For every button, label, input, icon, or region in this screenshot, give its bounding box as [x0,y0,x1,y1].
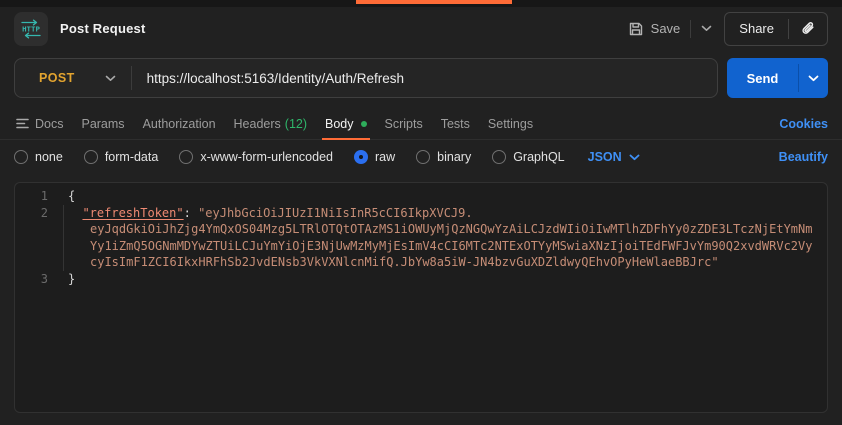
url-container: POST https://localhost:5163/Identity/Aut… [14,58,718,98]
share-button[interactable]: Share [725,21,788,36]
radio-icon [83,150,98,164]
http-request-icon: HTTP [14,11,48,46]
body-mode-row: none form-data x-www-form-urlencoded raw… [0,140,842,174]
save-options-button[interactable] [701,25,712,32]
tab-label: Scripts [384,116,423,131]
radio-icon [179,150,194,164]
chevron-down-icon [629,154,640,160]
tab-label: Headers [233,116,281,131]
save-button-label: Save [650,21,681,36]
colon: : [183,205,199,220]
line-number: 1 [40,189,48,203]
tab-scripts[interactable]: Scripts [376,108,432,139]
line-number: 3 [40,271,48,286]
jwt-token-part-3: Yy1iZmQ5OGNmMDYwZTUiLCJuYmYiOjE3NjUwMzMy… [90,238,813,253]
send-options-button[interactable] [799,58,828,98]
body-mode-binary[interactable]: binary [416,150,471,164]
language-selector[interactable]: JSON [588,150,640,164]
tab-settings[interactable]: Settings [479,108,542,139]
unsaved-changes-dot [360,120,367,127]
paperclip-icon [802,21,814,34]
radio-checked-icon [354,150,368,164]
chevron-down-icon [808,75,819,81]
url-divider [130,66,132,90]
body-mode-form-data[interactable]: form-data [83,150,158,164]
tab-label: Authorization [142,116,216,131]
http-badge-text: HTTP [22,24,40,33]
save-button[interactable]: Save [628,21,681,37]
chevron-down-icon [105,75,115,81]
url-input[interactable]: https://localhost:5163/Identity/Auth/Ref… [147,71,404,86]
tab-headers[interactable]: Headers (12) [225,108,316,139]
jwt-token-part-1: "eyJhbGciOiJIUzI1NiIsInR5cCI6IkpXVCJ9. [198,205,473,220]
tab-docs[interactable]: Docs [14,108,72,139]
tab-authorization[interactable]: Authorization [134,108,225,139]
radio-icon [492,150,507,164]
cookies-link[interactable]: Cookies [779,117,828,131]
tab-label: Params [81,116,125,131]
floppy-disk-icon [629,22,642,35]
beautify-link[interactable]: Beautify [779,150,828,164]
send-button-group: Send [727,58,828,98]
url-row: POST https://localhost:5163/Identity/Aut… [14,58,828,98]
body-mode-urlencoded[interactable]: x-www-form-urlencoded [179,150,333,164]
share-button-group: Share [724,11,828,46]
send-button[interactable]: Send [727,58,798,98]
line-number: 2 [40,205,48,220]
active-tab-indicator [356,0,512,4]
request-tabs: Docs Params Authorization Headers (12) B… [0,108,842,140]
code-line: 3 } [15,271,827,288]
json-key-refreshToken: "refreshToken" [82,205,184,220]
code-line: 1 { [15,188,827,205]
close-brace: } [68,271,76,286]
code-line-wrapped: cyIsImF1ZCI6IkxHRFhSb2JvdENsb3VkVXNlcnMi… [15,254,827,271]
code-line: 2 "refreshToken": "eyJhbGciOiJIUzI1NiIsI… [15,205,827,222]
list-icon [16,118,29,129]
body-mode-none[interactable]: none [14,150,63,164]
tab-label: Tests [440,116,470,131]
code-line-wrapped: eyJqdGkiOiJhZjg4YmQxOS04Mzg5LTRlOTQtOTAz… [15,221,827,238]
code-line-wrapped: Yy1iZmQ5OGNmMDYwZTUiLCJuYmYiOjE3NjUwMzMy… [15,238,827,255]
tab-params[interactable]: Params [72,108,133,139]
body-editor[interactable]: 1 { 2 "refreshToken": "eyJhbGciOiJIUzI1N… [14,182,828,413]
window-tab-strip [0,0,842,7]
active-tab-underline [322,138,370,140]
tab-label: Body [325,116,354,131]
request-header: HTTP Post Request Save Share [0,7,842,50]
tab-tests[interactable]: Tests [432,108,479,139]
method-selector-caret[interactable] [105,75,116,82]
tab-body[interactable]: Body [316,108,376,140]
open-brace: { [68,189,76,203]
indent-guide [63,205,64,271]
body-mode-graphql[interactable]: GraphQL [492,150,565,164]
save-divider [690,19,692,38]
tab-label: Settings [487,116,534,131]
radio-icon [14,150,28,164]
request-title: Post Request [60,21,146,36]
copy-link-button[interactable] [789,13,827,45]
jwt-token-part-2: eyJqdGkiOiJhZjg4YmQxOS04Mzg5LTRlOTQtOTAz… [90,222,813,236]
headers-count-badge: (12) [284,116,308,131]
jwt-token-part-4: cyIsImF1ZCI6IkxHRFhSb2JvdENsb3VkVXNlcnMi… [90,255,719,269]
method-selector[interactable]: POST [15,71,75,85]
tab-label: Docs [35,116,64,131]
radio-icon [416,150,431,164]
chevron-down-icon [701,25,712,31]
body-mode-raw[interactable]: raw [354,150,395,164]
